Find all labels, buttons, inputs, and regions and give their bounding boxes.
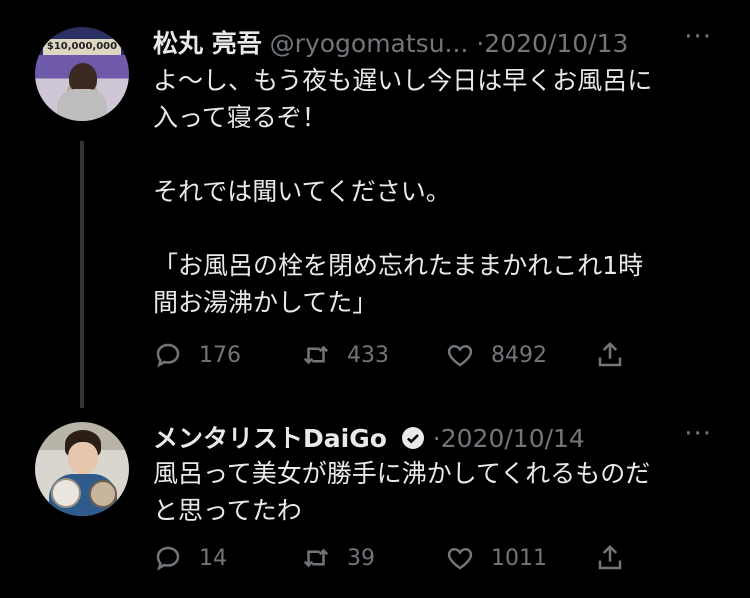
share-button[interactable] [595, 543, 641, 573]
like-button[interactable]: 1011 [445, 543, 547, 573]
separator-dot: · [432, 424, 441, 453]
avatar-face [68, 442, 98, 474]
tweet-text: よ〜し、もう夜も遅いし今日は早くお風呂に 入って寝るぞ！ それでは聞いてください… [153, 66, 653, 317]
more-icon[interactable]: ··· [684, 22, 712, 52]
display-name[interactable]: メンタリストDaiGo [153, 424, 387, 453]
reply-button[interactable]: 14 [153, 543, 227, 573]
reply-button[interactable]: 176 [153, 340, 241, 370]
tweet-date[interactable]: 2020/10/14 [441, 424, 585, 453]
tweet-header: 松丸 亮吾 @ryogomatsu... ·2020/10/13 [153, 24, 628, 60]
user-handle[interactable]: @ryogomatsu... [270, 29, 469, 58]
thread-connector-line [80, 141, 84, 408]
more-icon[interactable]: ··· [684, 419, 712, 449]
share-icon [598, 544, 622, 570]
tweet-actions: 14 39 1011 [153, 543, 673, 583]
retweet-icon [303, 548, 329, 568]
tweet-date[interactable]: 2020/10/13 [484, 29, 628, 58]
like-icon [447, 344, 473, 367]
share-button[interactable] [595, 340, 641, 370]
retweet-count: 39 [347, 545, 375, 571]
reply-count: 14 [199, 545, 227, 571]
reply-icon [156, 343, 180, 368]
like-count: 8492 [491, 342, 547, 368]
retweet-count: 433 [347, 342, 389, 368]
tweet-actions: 176 433 8492 [153, 340, 673, 380]
avatar-cat-white [51, 478, 81, 508]
like-count: 1011 [491, 545, 547, 571]
display-name[interactable]: 松丸 亮吾 [153, 29, 262, 58]
reply-icon [156, 546, 180, 571]
reply-count: 176 [199, 342, 241, 368]
retweet-button[interactable]: 39 [301, 543, 375, 573]
tweet-header: メンタリストDaiGo ·2020/10/14 [153, 419, 585, 455]
avatar-cat-brown [89, 480, 117, 508]
like-icon [447, 547, 473, 570]
share-icon [598, 341, 622, 367]
avatar-person-body [57, 89, 107, 121]
avatar[interactable]: $10,000,000 [35, 27, 129, 121]
like-button[interactable]: 8492 [445, 340, 547, 370]
verified-badge-icon [401, 427, 424, 449]
avatar-sign-text: $10,000,000 [43, 39, 121, 55]
tweet-text: 風呂って美女が勝手に沸かしてくれるものだ と思ってたわ [153, 459, 651, 525]
avatar[interactable] [35, 422, 129, 516]
retweet-button[interactable]: 433 [301, 340, 389, 370]
retweet-icon [303, 345, 329, 365]
